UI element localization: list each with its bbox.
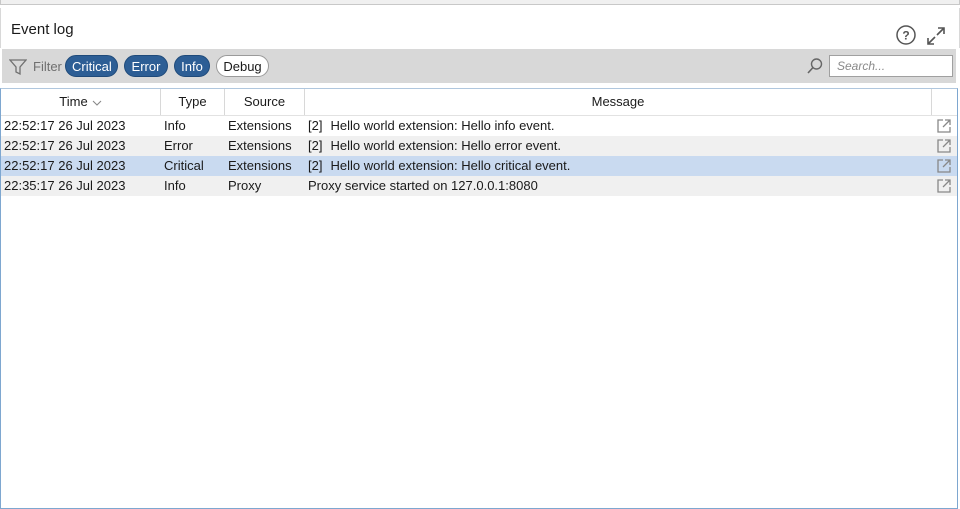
open-external-icon[interactable] (936, 178, 952, 194)
table-row[interactable]: 22:35:17 26 Jul 2023 Info Proxy Proxy se… (1, 176, 957, 196)
expand-arrows-icon[interactable] (925, 25, 947, 47)
column-header-message[interactable]: Message (305, 89, 932, 115)
cell-source: Extensions (228, 158, 292, 173)
column-header-time-label: Time (59, 94, 88, 109)
column-header-type[interactable]: Type (161, 89, 225, 115)
cell-message: [2] Hello world extension: Hello info eve… (308, 116, 554, 136)
table-row[interactable]: 22:52:17 26 Jul 2023 Info Extensions [2]… (1, 116, 957, 136)
event-count: [2] (308, 118, 323, 133)
cell-source: Extensions (228, 118, 292, 133)
search-icon[interactable] (806, 57, 824, 75)
open-external-icon[interactable] (936, 138, 952, 154)
column-header-source[interactable]: Source (225, 89, 305, 115)
event-count: [2] (308, 138, 323, 153)
filter-bar: Filter Critical Error Info Debug (2, 49, 956, 83)
open-external-icon[interactable] (936, 118, 952, 134)
filter-pill-debug[interactable]: Debug (216, 55, 269, 77)
panel-title: Event log (11, 21, 74, 38)
cell-message: Proxy service started on 127.0.0.1:8080 (308, 178, 538, 193)
cell-type: Info (164, 178, 186, 193)
filter-pill-critical[interactable]: Critical (65, 55, 118, 77)
cell-time: 22:35:17 26 Jul 2023 (4, 178, 126, 193)
filter-label: Filter (33, 59, 62, 74)
cell-type: Critical (164, 158, 204, 173)
search-input[interactable] (829, 55, 953, 77)
filter-pill-error[interactable]: Error (124, 55, 168, 77)
cell-time: 22:52:17 26 Jul 2023 (4, 138, 126, 153)
svg-text:?: ? (902, 29, 909, 43)
funnel-icon (9, 59, 27, 76)
cell-type: Info (164, 118, 186, 133)
table-header: Time Type Source Message (1, 89, 957, 116)
event-count: [2] (308, 158, 323, 173)
cell-time: 22:52:17 26 Jul 2023 (4, 158, 126, 173)
filter-pill-info[interactable]: Info (174, 55, 210, 77)
cell-source: Proxy (228, 178, 262, 193)
panel-header: Event log ? (0, 8, 960, 48)
cell-message: [2] Hello world extension: Hello critical… (308, 156, 570, 176)
message-text: Hello world extension: Hello critical ev… (330, 158, 571, 173)
cell-source: Extensions (228, 138, 292, 153)
event-table: Time Type Source Message 22:52:17 26 Jul… (0, 88, 958, 509)
top-strip (0, 0, 960, 5)
cell-type: Error (164, 138, 193, 153)
message-text: Hello world extension: Hello info event. (330, 118, 555, 133)
message-text: Hello world extension: Hello error event… (330, 138, 561, 153)
cell-message: [2] Hello world extension: Hello error ev… (308, 136, 561, 156)
chevron-down-icon (92, 100, 102, 106)
cell-time: 22:52:17 26 Jul 2023 (4, 118, 126, 133)
column-header-time[interactable]: Time (1, 89, 161, 115)
table-row[interactable]: 22:52:17 26 Jul 2023 Error Extensions [2… (1, 136, 957, 156)
open-external-icon[interactable] (936, 158, 952, 174)
table-row-selected[interactable]: 22:52:17 26 Jul 2023 Critical Extensions… (1, 156, 957, 176)
question-circle-icon[interactable]: ? (896, 25, 916, 45)
